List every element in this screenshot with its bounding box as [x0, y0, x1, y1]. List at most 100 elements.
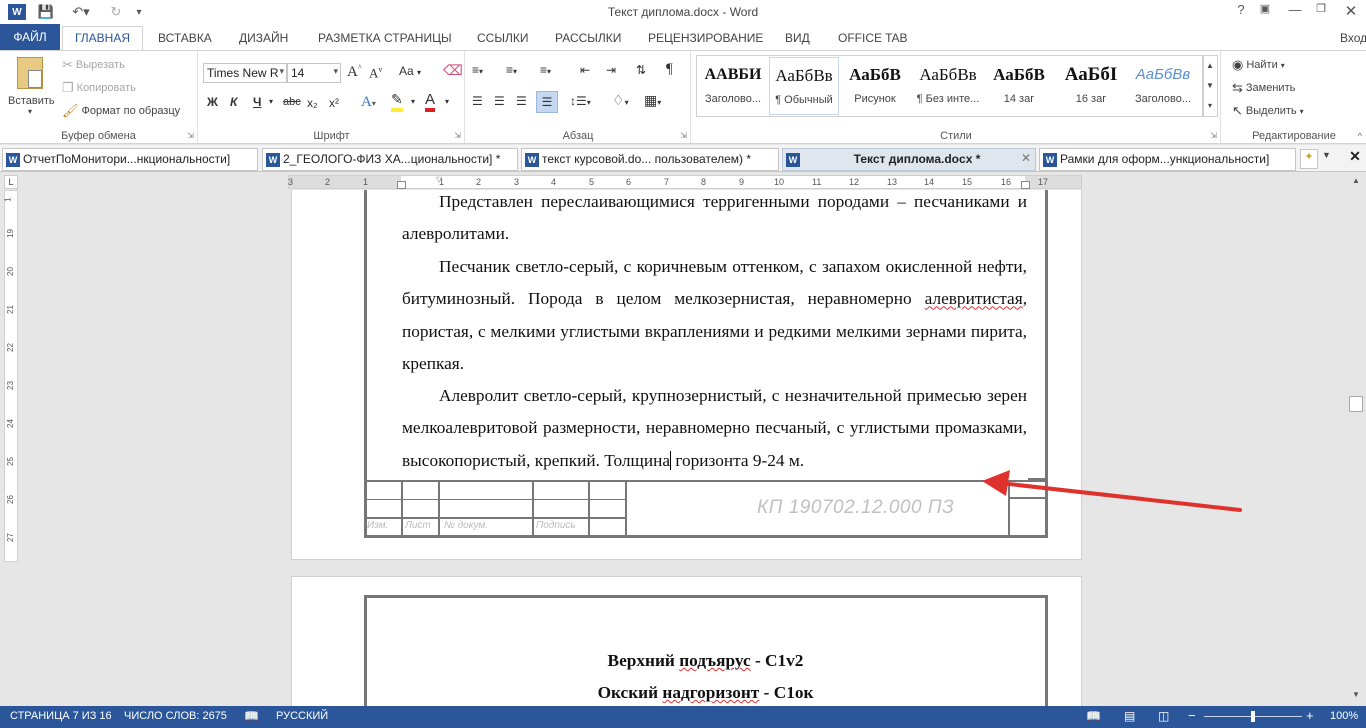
new-tab-icon[interactable]: ✦ — [1300, 149, 1318, 169]
style-heading2[interactable]: АаБбВв Заголово... — [1128, 57, 1198, 115]
vertical-ruler[interactable]: 1 19 20 21 22 23 24 25 26 27 — [4, 190, 18, 562]
close-window-button[interactable]: ✕ — [1338, 2, 1364, 22]
text-effects-icon[interactable]: A▾ — [361, 94, 376, 111]
collapse-ribbon-icon[interactable]: ^ — [1358, 131, 1362, 141]
sign-in-link[interactable]: Вход — [1340, 28, 1366, 50]
shrink-font-icon[interactable]: Av — [369, 65, 382, 81]
zoom-out-icon[interactable]: − — [1188, 708, 1196, 723]
superscript-button[interactable]: x² — [329, 96, 339, 110]
paragraph-dialog-launcher-icon[interactable]: ⇲ — [680, 131, 687, 140]
tab-review[interactable]: РЕЦЕНЗИРОВАНИЕ — [648, 28, 763, 50]
tab-file[interactable]: ФАЙЛ — [0, 24, 60, 50]
bold-button[interactable]: Ж — [207, 95, 218, 109]
minimize-button[interactable]: — — [1282, 2, 1308, 22]
tab-view[interactable]: ВИД — [785, 28, 810, 50]
zoom-in-icon[interactable]: + — [1306, 708, 1314, 723]
decrease-indent-icon[interactable]: ⇤ — [580, 63, 590, 77]
increase-indent-icon[interactable]: ⇥ — [606, 63, 616, 77]
doc-tab-kursovoy[interactable]: Wтекст курсовой.do... пользователем) * — [521, 148, 779, 171]
tab-references[interactable]: ССЫЛКИ — [477, 28, 528, 50]
zoom-level[interactable]: 100% — [1330, 710, 1358, 722]
doc-tab-geolog[interactable]: W 2_ГЕОЛОГО-ФИЗ ХА...циональности] * — [262, 148, 518, 171]
replace-button[interactable]: ⇆ Заменить — [1232, 80, 1295, 96]
multilevel-list-icon[interactable]: ≡▾ — [540, 63, 551, 77]
close-document-icon[interactable]: ✕ — [1346, 148, 1364, 168]
borders-icon[interactable]: ▦▾ — [644, 93, 661, 110]
find-button[interactable]: ◉ Найти ▾ — [1232, 57, 1285, 73]
font-size-combobox[interactable]: 14 ▾ — [287, 63, 341, 83]
doc-tab-diplom[interactable]: W Текст диплома.docx * ✕ — [782, 148, 1036, 171]
zoom-slider-thumb[interactable] — [1251, 711, 1255, 722]
format-painter-button[interactable]: 🖌 Формат по образцу — [62, 103, 180, 119]
paragraph-3[interactable]: Алевролит светло-серый, крупнозернистый,… — [402, 380, 1027, 477]
scroll-thumb[interactable] — [1349, 396, 1363, 412]
align-left-icon[interactable]: ☰ — [472, 94, 483, 108]
cut-button[interactable]: ✂ Вырезать — [62, 57, 125, 73]
highlight-dropdown-icon[interactable]: ▾ — [411, 97, 415, 106]
style-picture[interactable]: АаБбВ Рисунок — [840, 57, 910, 115]
shading-icon[interactable]: ♢▾ — [612, 93, 629, 110]
tab-insert[interactable]: ВСТАВКА — [158, 28, 212, 50]
highlight-color-icon[interactable]: ✎ — [391, 94, 403, 112]
underline-button[interactable]: Ч — [253, 95, 261, 109]
close-tab-icon[interactable]: ✕ — [1021, 151, 1031, 165]
page-count-status[interactable]: СТРАНИЦА 7 ИЗ 16 — [10, 710, 112, 722]
tab-home[interactable]: ГЛАВНАЯ — [62, 26, 143, 50]
strikethrough-button[interactable]: abc — [283, 96, 301, 108]
show-formatting-marks-icon[interactable]: ¶ — [666, 61, 673, 78]
restore-button[interactable]: ❐ — [1308, 2, 1334, 22]
grow-font-icon[interactable]: A^ — [347, 63, 362, 81]
tab-list-icon[interactable]: ▼ — [1322, 150, 1331, 160]
bullets-icon[interactable]: ≡▾ — [472, 63, 483, 77]
tab-selector[interactable]: L — [4, 175, 18, 189]
font-color-dropdown-icon[interactable]: ▾ — [445, 97, 449, 106]
paste-button[interactable]: Вставить ▾ — [8, 57, 55, 116]
scroll-up-icon[interactable]: ▲ — [1352, 176, 1360, 185]
doc-tab-otchet[interactable]: W ОтчетПоМонитори...нкциональности] — [2, 148, 258, 171]
tab-design[interactable]: ДИЗАЙН — [239, 28, 288, 50]
select-button[interactable]: ↖ Выделить ▾ — [1232, 103, 1304, 119]
print-layout-icon[interactable]: ▤ — [1124, 709, 1135, 723]
font-color-icon[interactable]: A — [425, 92, 436, 112]
doc-tab-ramki[interactable]: W Рамки для оформ...ункциональности] — [1039, 148, 1296, 171]
vertical-scrollbar[interactable]: ▲ ▼ — [1348, 174, 1366, 706]
style-16-zag[interactable]: АаБбI 16 заг — [1056, 57, 1126, 115]
justify-icon[interactable]: ☰ — [536, 91, 558, 113]
sort-icon[interactable]: ⇅ — [636, 63, 646, 77]
clipboard-dialog-launcher-icon[interactable]: ⇲ — [187, 131, 194, 140]
read-mode-icon[interactable]: 📖 — [1086, 709, 1101, 723]
clear-formatting-icon[interactable]: ⌫ — [443, 63, 463, 80]
underline-dropdown-icon[interactable]: ▾ — [269, 97, 273, 106]
web-layout-icon[interactable]: ◫ — [1158, 709, 1169, 723]
first-line-indent-marker[interactable]: ▽ — [436, 175, 442, 184]
style-14-zag[interactable]: АаБбВ 14 заг — [984, 57, 1054, 115]
ribbon-display-options-icon[interactable]: ▣ — [1252, 2, 1278, 22]
tab-mailings[interactable]: РАССЫЛКИ — [555, 28, 621, 50]
line-spacing-icon[interactable]: ↕☰▾ — [570, 94, 591, 108]
numbering-icon[interactable]: ≡▾ — [506, 63, 517, 77]
align-center-icon[interactable]: ☰ — [494, 94, 505, 108]
style-no-spacing[interactable]: АаБбВв ¶ Без инте... — [913, 57, 983, 115]
paragraph-2[interactable]: Песчаник светло-серый, с коричневым отте… — [402, 251, 1027, 380]
scroll-down-icon[interactable]: ▼ — [1352, 690, 1360, 699]
tab-page-layout[interactable]: РАЗМЕТКА СТРАНИЦЫ — [318, 28, 452, 50]
paragraph-1[interactable]: Представлен переслаивающимися терригенны… — [402, 186, 1027, 251]
heading-oksky-superhorizon[interactable]: Окский надгоризонт - C1ок — [366, 683, 1045, 703]
change-case-button[interactable]: Aa ▾ — [399, 64, 421, 78]
proofing-icon[interactable]: 📖 — [244, 709, 259, 723]
font-dialog-launcher-icon[interactable]: ⇲ — [454, 131, 461, 140]
subscript-button[interactable]: x₂ — [307, 96, 318, 110]
font-name-combobox[interactable]: Times New R ▾ — [203, 63, 287, 83]
copy-button[interactable]: ❐ Копировать — [62, 80, 136, 96]
style-normal[interactable]: АаБбВв ¶ Обычный — [769, 57, 839, 115]
italic-button[interactable]: К — [230, 95, 237, 109]
styles-scroll[interactable]: ▲ ▼ ▾ — [1202, 55, 1218, 117]
heading-upper-substage[interactable]: Верхний подъярус - C1v2 — [366, 651, 1045, 671]
styles-dialog-launcher-icon[interactable]: ⇲ — [1210, 131, 1217, 140]
style-heading1[interactable]: АABБИ Заголово... — [698, 57, 768, 115]
language-status[interactable]: РУССКИЙ — [276, 710, 328, 722]
word-count-status[interactable]: ЧИСЛО СЛОВ: 2675 — [124, 710, 227, 722]
help-button[interactable]: ? — [1228, 2, 1254, 22]
tab-office-tab[interactable]: OFFICE TAB — [838, 28, 908, 50]
align-right-icon[interactable]: ☰ — [516, 94, 527, 108]
